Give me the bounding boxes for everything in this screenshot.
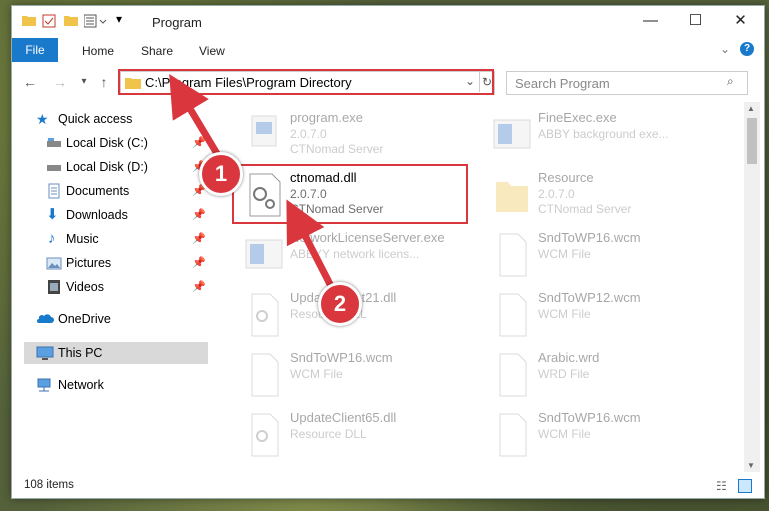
arrow-to-dll-file bbox=[286, 199, 338, 294]
step-badge-1: 1 bbox=[199, 152, 243, 196]
annotation-overlay bbox=[169, 73, 338, 294]
step-badge-2: 2 bbox=[318, 282, 362, 326]
